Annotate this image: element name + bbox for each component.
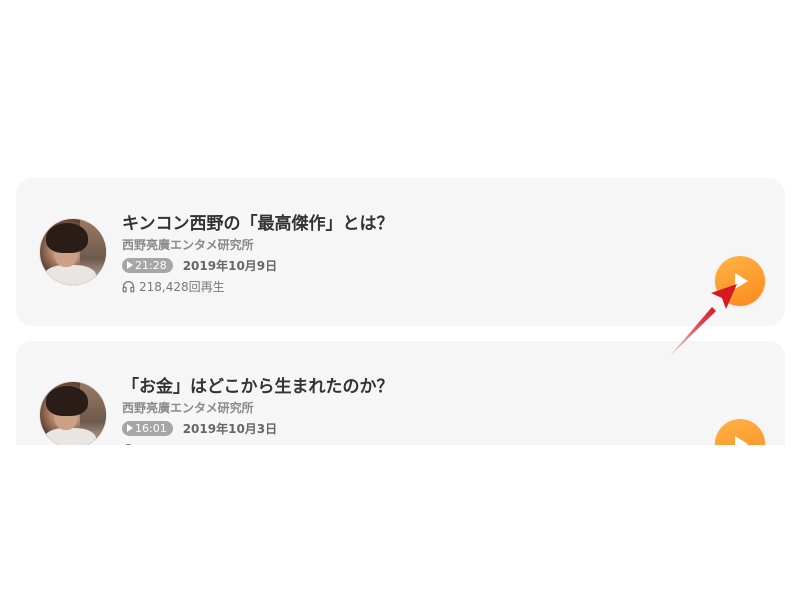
play-icon [735,273,748,289]
episode-meta: 21:28 2019年10月9日 [122,257,277,273]
duration-text: 16:01 [135,421,167,435]
episode-title[interactable]: 「お金」はどこから生まれたのか？ [122,372,394,397]
duration-text: 21:28 [135,258,167,272]
duration-badge: 16:01 [122,420,173,436]
play-count [122,441,139,445]
play-button[interactable] [715,256,765,306]
play-triangle-icon [127,261,133,269]
play-button[interactable] [715,419,765,445]
episode-card[interactable]: 「お金」はどこから生まれたのか？ 西野亮廣エンタメ研究所 16:01 2019年… [16,341,785,445]
play-count: 218,428回再生 [122,278,225,294]
duration-badge: 21:28 [122,257,173,273]
episode-meta: 16:01 2019年10月3日 [122,420,277,436]
avatar [40,219,106,285]
channel-name[interactable]: 西野亮廣エンタメ研究所 [122,399,254,416]
episode-date: 2019年10月9日 [182,258,278,273]
play-count-text: 218,428回再生 [139,279,225,294]
play-triangle-icon [127,424,133,432]
channel-name[interactable]: 西野亮廣エンタメ研究所 [122,236,254,253]
episode-date: 2019年10月3日 [182,421,278,436]
episode-title[interactable]: キンコン西野の「最高傑作」とは？ [122,209,394,234]
avatar [40,382,106,445]
headphones-icon [124,443,133,445]
episode-list: キンコン西野の「最高傑作」とは？ 西野亮廣エンタメ研究所 21:28 2019年… [0,0,800,445]
headphones-icon [122,280,135,292]
play-icon [735,436,748,445]
episode-card[interactable]: キンコン西野の「最高傑作」とは？ 西野亮廣エンタメ研究所 21:28 2019年… [16,178,785,326]
page: キンコン西野の「最高傑作」とは？ 西野亮廣エンタメ研究所 21:28 2019年… [0,0,800,600]
